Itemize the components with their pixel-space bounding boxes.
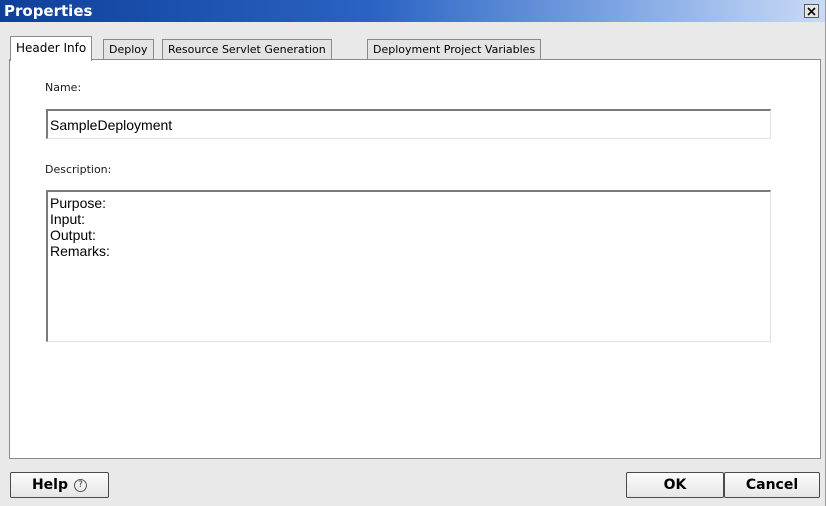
- description-line: Output:: [50, 227, 96, 243]
- name-input[interactable]: [46, 109, 771, 139]
- properties-dialog: Properties Header Info Deploy Resource S…: [0, 0, 826, 506]
- close-icon: [807, 6, 816, 16]
- description-line: Input:: [50, 211, 86, 227]
- description-line: Remarks:: [50, 243, 110, 259]
- tab-strip: Header Info Deploy Resource Servlet Gene…: [10, 36, 820, 61]
- question-circle-icon: ?: [74, 478, 88, 492]
- tab-deploy[interactable]: Deploy: [103, 39, 154, 60]
- title-bar[interactable]: Properties: [0, 0, 825, 22]
- description-textarea[interactable]: Purpose: Input: Output: Remarks:: [46, 190, 771, 342]
- name-label: Name:: [45, 81, 82, 94]
- help-button-label: Help: [31, 477, 69, 493]
- tab-resource-servlet-generation[interactable]: Resource Servlet Generation: [162, 39, 332, 60]
- description-label: Description:: [45, 163, 112, 176]
- cancel-button[interactable]: Cancel: [724, 472, 820, 498]
- description-line: Purpose:: [50, 195, 107, 211]
- tab-deployment-project-variables[interactable]: Deployment Project Variables: [367, 39, 542, 60]
- close-button[interactable]: [804, 4, 819, 18]
- tab-header-info[interactable]: Header Info: [10, 36, 93, 61]
- header-info-panel: Name: Description: Purpose: Input: Outpu…: [9, 59, 821, 459]
- help-button[interactable]: Help ?: [10, 472, 109, 498]
- button-bar: Help ? OK Cancel: [0, 470, 825, 506]
- window-title: Properties: [4, 2, 93, 20]
- ok-button[interactable]: OK: [626, 472, 724, 498]
